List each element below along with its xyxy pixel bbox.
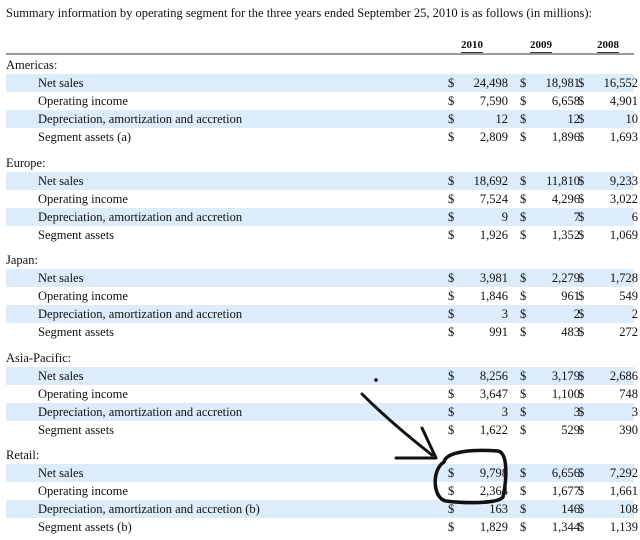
stray-dot-mark — [374, 378, 378, 382]
annotation-circle — [433, 448, 508, 505]
arrow-shaft — [360, 392, 434, 457]
handwritten-annotation — [360, 378, 508, 505]
